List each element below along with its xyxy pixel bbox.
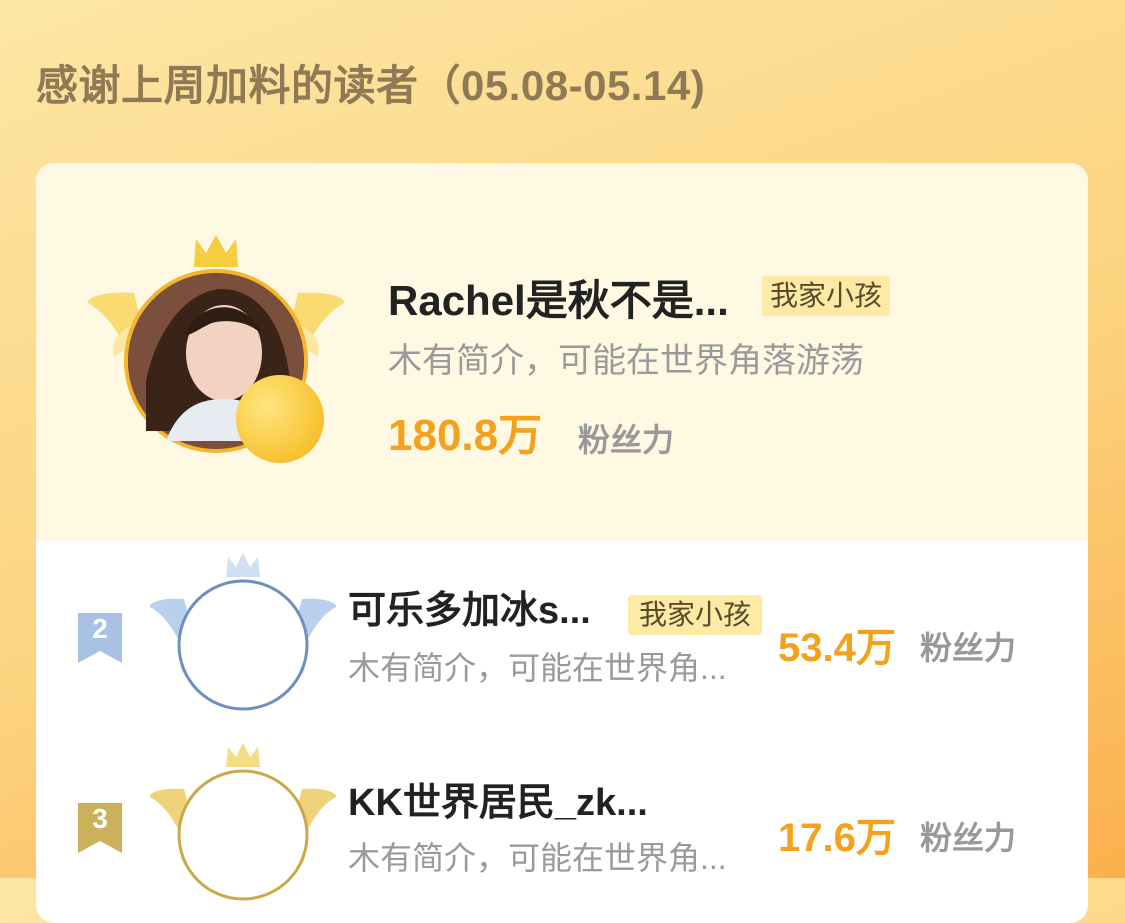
rank-2-name[interactable]: 可乐多加冰s... [348, 579, 591, 634]
rank-3-number: 3 [92, 803, 108, 834]
rank-1-name[interactable]: Rachel是秋不是... [388, 267, 729, 328]
bronze-wings-crown-icon [148, 739, 338, 909]
rank-2-row[interactable]: 2 可乐多加冰s... 我家小孩 木有简介，可能在世界角... 53.4万 粉丝… [36, 541, 1088, 731]
rank-3-fans-value: 17.6万 [778, 816, 896, 860]
ranking-card: Rachel是秋不是... 我家小孩 木有简介，可能在世界角落游荡 180.8万… [36, 163, 1088, 923]
gold-wings-crown-icon [86, 231, 346, 471]
rank-1-fans-label: 粉丝力 [578, 422, 675, 458]
rank-1-description: 木有简介，可能在世界角落游荡 [388, 342, 864, 380]
rank-3-row[interactable]: 3 KK世界居民_zk... 木有简介，可能在世界角... 17.6万 粉丝力 [36, 731, 1088, 923]
rank-1-row[interactable]: Rachel是秋不是... 我家小孩 木有简介，可能在世界角落游荡 180.8万… [36, 163, 1088, 541]
rank-3-flag-icon: 3 [74, 803, 126, 855]
rank-2-fans-value: 53.4万 [778, 626, 896, 670]
rank-2-number: 2 [92, 613, 108, 644]
silver-wings-crown-icon [148, 549, 338, 719]
rank-1-fans-value: 180.8万 [388, 411, 543, 460]
rank-3-description: 木有简介，可能在世界角... [348, 840, 727, 876]
rank-1-tag: 我家小孩 [762, 276, 890, 316]
rank-2-flag-icon: 2 [74, 613, 126, 665]
page-title: 感谢上周加料的读者（05.08-05.14) [36, 62, 706, 109]
rank-2-tag: 我家小孩 [628, 595, 762, 635]
rank-3-name[interactable]: KK世界居民_zk... [348, 771, 648, 826]
rank-2-description: 木有简介，可能在世界角... [348, 650, 727, 686]
rank-2-fans-label: 粉丝力 [920, 630, 1017, 666]
rank-3-fans-label: 粉丝力 [920, 820, 1017, 856]
